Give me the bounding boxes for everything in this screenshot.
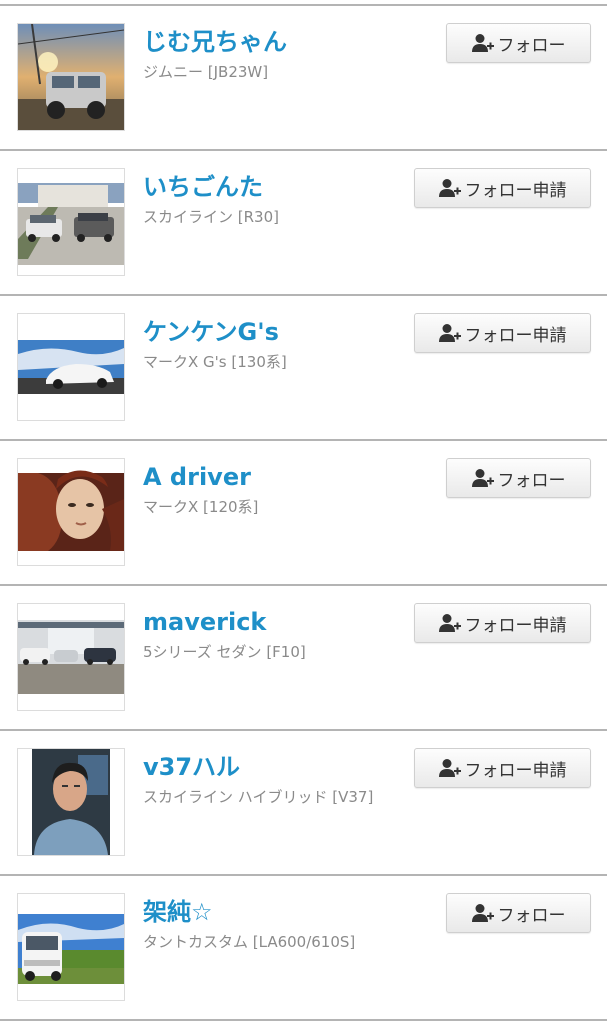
user-list: じむ兄ちゃん ジムニー [JB23W] フォロー いちごんた スカイライン [R…: [0, 0, 607, 1024]
add-user-icon: [438, 614, 461, 632]
user-row[interactable]: いちごんた スカイライン [R30] フォロー申請: [0, 151, 607, 294]
user-name[interactable]: ケンケンG's: [143, 316, 279, 348]
follow-button-label: フォロー申請: [464, 615, 567, 636]
user-car: マークX G's [130系]: [143, 353, 287, 371]
follow-request-button[interactable]: フォロー申請: [414, 168, 591, 208]
follow-button[interactable]: フォロー: [446, 893, 591, 933]
follow-button-label: フォロー: [497, 470, 566, 491]
user-row[interactable]: v37ハル スカイライン ハイブリッド [V37] フォロー申請: [0, 731, 607, 874]
user-row[interactable]: じむ兄ちゃん ジムニー [JB23W] フォロー: [0, 6, 607, 149]
add-user-icon: [471, 34, 494, 52]
user-avatar[interactable]: [17, 168, 125, 276]
follow-button-label: フォロー: [497, 35, 566, 56]
kei-car-field-photo-icon: [18, 894, 124, 1000]
user-row[interactable]: ケンケンG's マークX G's [130系] フォロー申請: [0, 296, 607, 439]
user-avatar[interactable]: [17, 313, 125, 421]
follow-request-button[interactable]: フォロー申請: [414, 313, 591, 353]
user-name[interactable]: いちごんた: [143, 171, 263, 203]
user-car: スカイライン ハイブリッド [V37]: [143, 788, 374, 806]
add-user-icon: [438, 179, 461, 197]
painting-portrait-icon: [18, 459, 124, 565]
garage-cars-photo-icon: [18, 169, 124, 275]
add-user-icon: [471, 904, 494, 922]
follow-request-button[interactable]: フォロー申請: [414, 603, 591, 643]
user-car: 5シリーズ セダン [F10]: [143, 643, 306, 661]
user-row[interactable]: A driver マークX [120系] フォロー: [0, 441, 607, 584]
dealership-photo-icon: [18, 604, 124, 710]
user-car: ジムニー [JB23W]: [143, 63, 269, 81]
user-car: タントカスタム [LA600/610S]: [143, 933, 356, 951]
person-portrait-icon: [18, 749, 124, 855]
add-user-icon: [471, 469, 494, 487]
user-avatar[interactable]: [17, 893, 125, 1001]
user-name[interactable]: v37ハル: [143, 751, 240, 783]
follow-request-button[interactable]: フォロー申請: [414, 748, 591, 788]
add-user-icon: [438, 324, 461, 342]
user-row[interactable]: 架純☆ タントカスタム [LA600/610S] フォロー: [0, 876, 607, 1019]
follow-button-label: フォロー: [497, 905, 566, 926]
user-name[interactable]: maverick: [143, 606, 266, 638]
divider: [0, 1019, 607, 1021]
follow-button[interactable]: フォロー: [446, 23, 591, 63]
user-avatar[interactable]: [17, 748, 125, 856]
user-car: スカイライン [R30]: [143, 208, 279, 226]
jimny-photo-icon: [18, 24, 124, 130]
user-name[interactable]: じむ兄ちゃん: [143, 26, 287, 58]
follow-button-label: フォロー申請: [464, 760, 567, 781]
add-user-icon: [438, 759, 461, 777]
user-name[interactable]: 架純☆: [143, 896, 213, 928]
user-car: マークX [120系]: [143, 498, 259, 516]
user-avatar[interactable]: [17, 23, 125, 131]
follow-button-label: フォロー申請: [464, 180, 567, 201]
user-row[interactable]: maverick 5シリーズ セダン [F10] フォロー申請: [0, 586, 607, 729]
user-avatar[interactable]: [17, 458, 125, 566]
follow-button-label: フォロー申請: [464, 325, 567, 346]
white-sedan-sky-photo-icon: [18, 314, 124, 420]
user-name[interactable]: A driver: [143, 461, 251, 493]
user-avatar[interactable]: [17, 603, 125, 711]
follow-button[interactable]: フォロー: [446, 458, 591, 498]
